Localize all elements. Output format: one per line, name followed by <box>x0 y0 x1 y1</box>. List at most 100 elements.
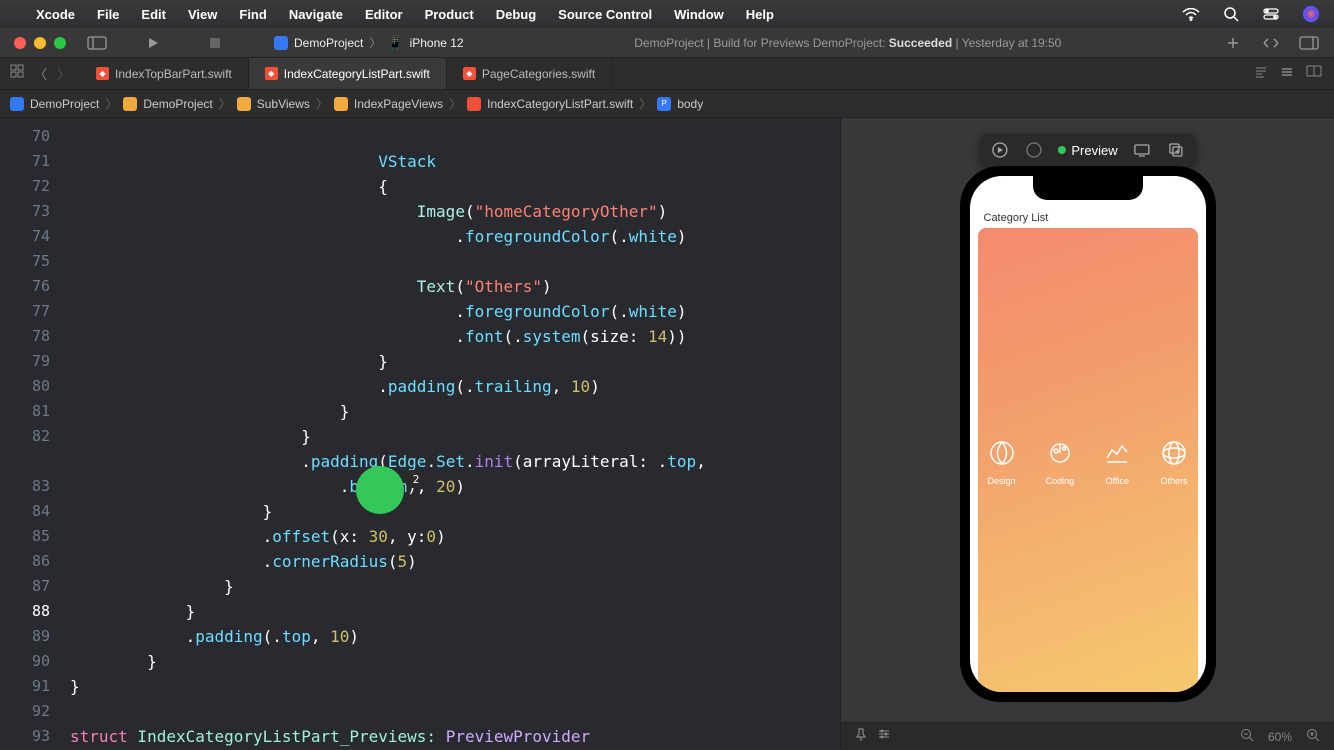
tab-indexcategorylist[interactable]: ◆ IndexCategoryListPart.swift <box>249 58 447 89</box>
zoom-level[interactable]: 60% <box>1268 730 1292 744</box>
preview-status: Preview <box>1057 143 1117 158</box>
device-icon: 📱 <box>387 35 403 51</box>
category-office[interactable]: Office <box>1104 440 1130 486</box>
window-controls <box>14 37 66 49</box>
menu-source-control[interactable]: Source Control <box>558 7 652 22</box>
selectable-preview-button[interactable] <box>1023 140 1043 160</box>
app-menu[interactable]: Xcode <box>36 7 75 22</box>
menu-navigate[interactable]: Navigate <box>289 7 343 22</box>
duplicate-preview-button[interactable] <box>1166 140 1186 160</box>
nav-forward-button[interactable]: 〉 <box>57 64 70 83</box>
code-review-button[interactable] <box>1260 32 1282 54</box>
minimize-window-button[interactable] <box>34 37 46 49</box>
phone-screen[interactable]: Category List Design Coding <box>970 176 1206 692</box>
office-icon <box>1104 440 1130 466</box>
nav-back-button[interactable]: 〈 <box>34 64 47 83</box>
close-window-button[interactable] <box>14 37 26 49</box>
scheme-target-label: DemoProject <box>294 36 363 50</box>
cursor-badge: 2 <box>406 470 426 488</box>
swift-file-icon: ◆ <box>463 67 476 80</box>
toggle-navigator-button[interactable] <box>86 32 108 54</box>
code-content[interactable]: VStack { Image("homeCategoryOther") .for… <box>60 118 840 750</box>
control-center-icon[interactable] <box>1262 5 1280 23</box>
status-dot-icon <box>1057 146 1065 154</box>
menu-product[interactable]: Product <box>425 7 474 22</box>
category-label: Others <box>1160 476 1187 486</box>
breadcrumb-item[interactable]: DemoProject <box>30 97 99 111</box>
run-button[interactable] <box>142 32 164 54</box>
project-icon <box>10 97 24 111</box>
editor-tab-bar: 〈 〉 ◆ IndexTopBarPart.swift ◆ IndexCateg… <box>0 58 1334 90</box>
code-editor[interactable]: 7071727374 7576777879 808182 838485 8687… <box>0 118 840 750</box>
xcode-toolbar: DemoProject 〉 📱 iPhone 12 DemoProject | … <box>0 28 1334 58</box>
category-label: Coding <box>1046 476 1075 486</box>
toggle-inspector-button[interactable] <box>1298 32 1320 54</box>
menu-find[interactable]: Find <box>239 7 266 22</box>
live-preview-button[interactable] <box>989 140 1009 160</box>
swift-file-icon: ◆ <box>96 67 109 80</box>
breadcrumb-item[interactable]: IndexPageViews <box>354 97 443 111</box>
scheme-separator: 〉 <box>369 34 381 51</box>
phone-frame: Category List Design Coding <box>960 166 1216 702</box>
swift-file-icon: ◆ <box>265 67 278 80</box>
add-editor-button[interactable] <box>1222 32 1244 54</box>
device-settings-button[interactable] <box>1132 140 1152 160</box>
scheme-selector[interactable]: DemoProject 〉 📱 iPhone 12 <box>264 32 474 53</box>
menu-edit[interactable]: Edit <box>141 7 166 22</box>
category-label: Office <box>1106 476 1129 486</box>
preview-section-title: Category List <box>978 212 1198 224</box>
phone-notch <box>1033 176 1143 200</box>
jump-bar[interactable]: DemoProject〉 DemoProject〉 SubViews〉 Inde… <box>0 90 1334 118</box>
category-card: Design Coding Office <box>978 228 1198 692</box>
scheme-target-icon <box>274 36 288 50</box>
cursor-indicator-icon <box>356 466 404 514</box>
category-label: Design <box>988 476 1016 486</box>
zoom-in-button[interactable] <box>1306 728 1320 745</box>
tab-label: PageCategories.swift <box>482 67 595 81</box>
fullscreen-window-button[interactable] <box>54 37 66 49</box>
wifi-icon[interactable] <box>1182 5 1200 23</box>
menu-debug[interactable]: Debug <box>496 7 536 22</box>
category-others[interactable]: Others <box>1160 440 1187 486</box>
folder-icon <box>123 97 137 111</box>
siri-icon[interactable] <box>1302 5 1320 23</box>
scheme-device-label: iPhone 12 <box>410 36 464 50</box>
category-coding[interactable]: Coding <box>1046 440 1075 486</box>
build-status: DemoProject | Build for Previews DemoPro… <box>484 36 1212 50</box>
spotlight-icon[interactable] <box>1222 5 1240 23</box>
stop-button[interactable] <box>204 32 226 54</box>
tab-pagecategories[interactable]: ◆ PageCategories.swift <box>447 58 612 89</box>
breadcrumb-item[interactable]: DemoProject <box>143 97 212 111</box>
menu-editor[interactable]: Editor <box>365 7 403 22</box>
line-gutter: 7071727374 7576777879 808182 838485 8687… <box>0 118 60 750</box>
menu-view[interactable]: View <box>188 7 217 22</box>
menu-help[interactable]: Help <box>746 7 774 22</box>
coding-icon <box>1047 440 1073 466</box>
tab-label: IndexCategoryListPart.swift <box>284 67 430 81</box>
macos-menubar: Xcode File Edit View Find Navigate Edito… <box>0 0 1334 28</box>
breadcrumb-item[interactable]: body <box>677 97 703 111</box>
editor-options-button[interactable] <box>1280 65 1294 82</box>
swift-file-icon <box>467 97 481 111</box>
preview-settings-button[interactable] <box>877 728 891 745</box>
menu-window[interactable]: Window <box>674 7 724 22</box>
minimap-toggle-button[interactable] <box>1254 65 1268 82</box>
breadcrumb-item[interactable]: SubViews <box>257 97 310 111</box>
tab-indextopbar[interactable]: ◆ IndexTopBarPart.swift <box>80 58 249 89</box>
add-editor-pane-button[interactable] <box>1306 65 1322 82</box>
design-icon <box>989 440 1015 466</box>
property-icon: P <box>657 97 671 111</box>
related-items-button[interactable] <box>10 64 24 83</box>
tab-label: IndexTopBarPart.swift <box>115 67 232 81</box>
pin-preview-button[interactable] <box>855 728 867 745</box>
canvas-preview-panel: Preview Category List Design <box>840 118 1334 750</box>
category-design[interactable]: Design <box>988 440 1016 486</box>
preview-footer: 60% <box>841 722 1334 750</box>
main-area: 7071727374 7576777879 808182 838485 8687… <box>0 118 1334 750</box>
menu-file[interactable]: File <box>97 7 119 22</box>
zoom-out-button[interactable] <box>1240 728 1254 745</box>
breadcrumb-item[interactable]: IndexCategoryListPart.swift <box>487 97 633 111</box>
others-icon <box>1161 440 1187 466</box>
folder-icon <box>334 97 348 111</box>
preview-toolbar: Preview <box>979 134 1195 166</box>
